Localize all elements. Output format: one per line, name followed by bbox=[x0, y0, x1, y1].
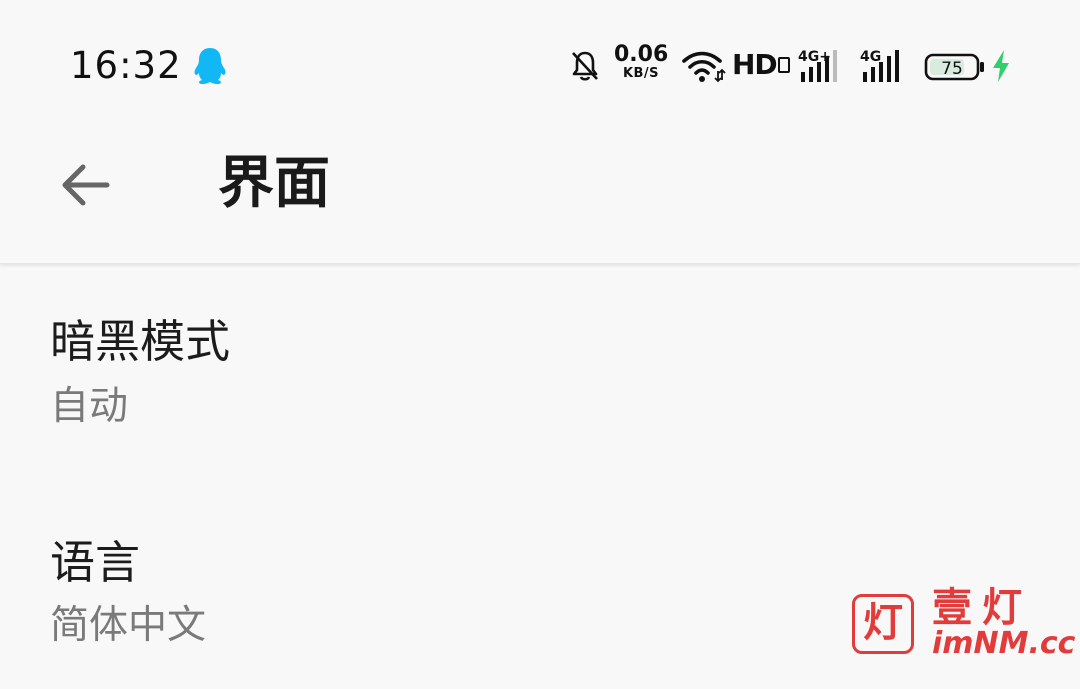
network-speed-value: 0.06 bbox=[614, 42, 669, 67]
setting-title: 暗黑模式 bbox=[50, 315, 231, 368]
watermark-domain: imNM.cc bbox=[932, 626, 1076, 661]
page-title: 界面 bbox=[218, 151, 330, 216]
status-bar: 16:32 0.06 KB/S HD 4G+ 4G 75 bbox=[0, 0, 1080, 130]
back-button[interactable] bbox=[52, 152, 118, 218]
hd-voice-badge: HD bbox=[732, 48, 790, 81]
app-bar: 界面 bbox=[0, 130, 1080, 264]
setting-summary: 简体中文 bbox=[50, 603, 207, 648]
arrow-back-icon bbox=[62, 164, 110, 206]
status-indicators: 0.06 KB/S HD 4G+ 4G 75 bbox=[570, 44, 1014, 90]
watermark-brand: 壹灯 bbox=[932, 585, 1032, 631]
network-speed: 0.06 KB/S bbox=[614, 44, 668, 82]
status-time: 16:32 bbox=[70, 44, 182, 87]
qq-icon bbox=[194, 48, 226, 84]
charging-icon bbox=[993, 50, 1009, 82]
watermark: 灯 壹灯 imNM.cc bbox=[852, 584, 1076, 661]
hd-label: HD bbox=[732, 48, 778, 81]
battery-level: 75 bbox=[941, 59, 963, 79]
signal-icon: 4G+ bbox=[798, 49, 837, 82]
battery-icon: 75 bbox=[924, 53, 984, 81]
network-speed-unit: KB/S bbox=[622, 66, 660, 81]
mute-icon bbox=[572, 51, 598, 81]
setting-dark-mode[interactable]: 暗黑模式 自动 bbox=[0, 264, 1080, 464]
signal-icon: 4G bbox=[860, 49, 899, 82]
signal2-label: 4G bbox=[860, 49, 881, 65]
setting-title: 语言 bbox=[50, 536, 141, 589]
watermark-logo: 灯 bbox=[852, 594, 914, 654]
setting-summary: 自动 bbox=[50, 384, 129, 429]
wifi-icon bbox=[682, 51, 726, 83]
